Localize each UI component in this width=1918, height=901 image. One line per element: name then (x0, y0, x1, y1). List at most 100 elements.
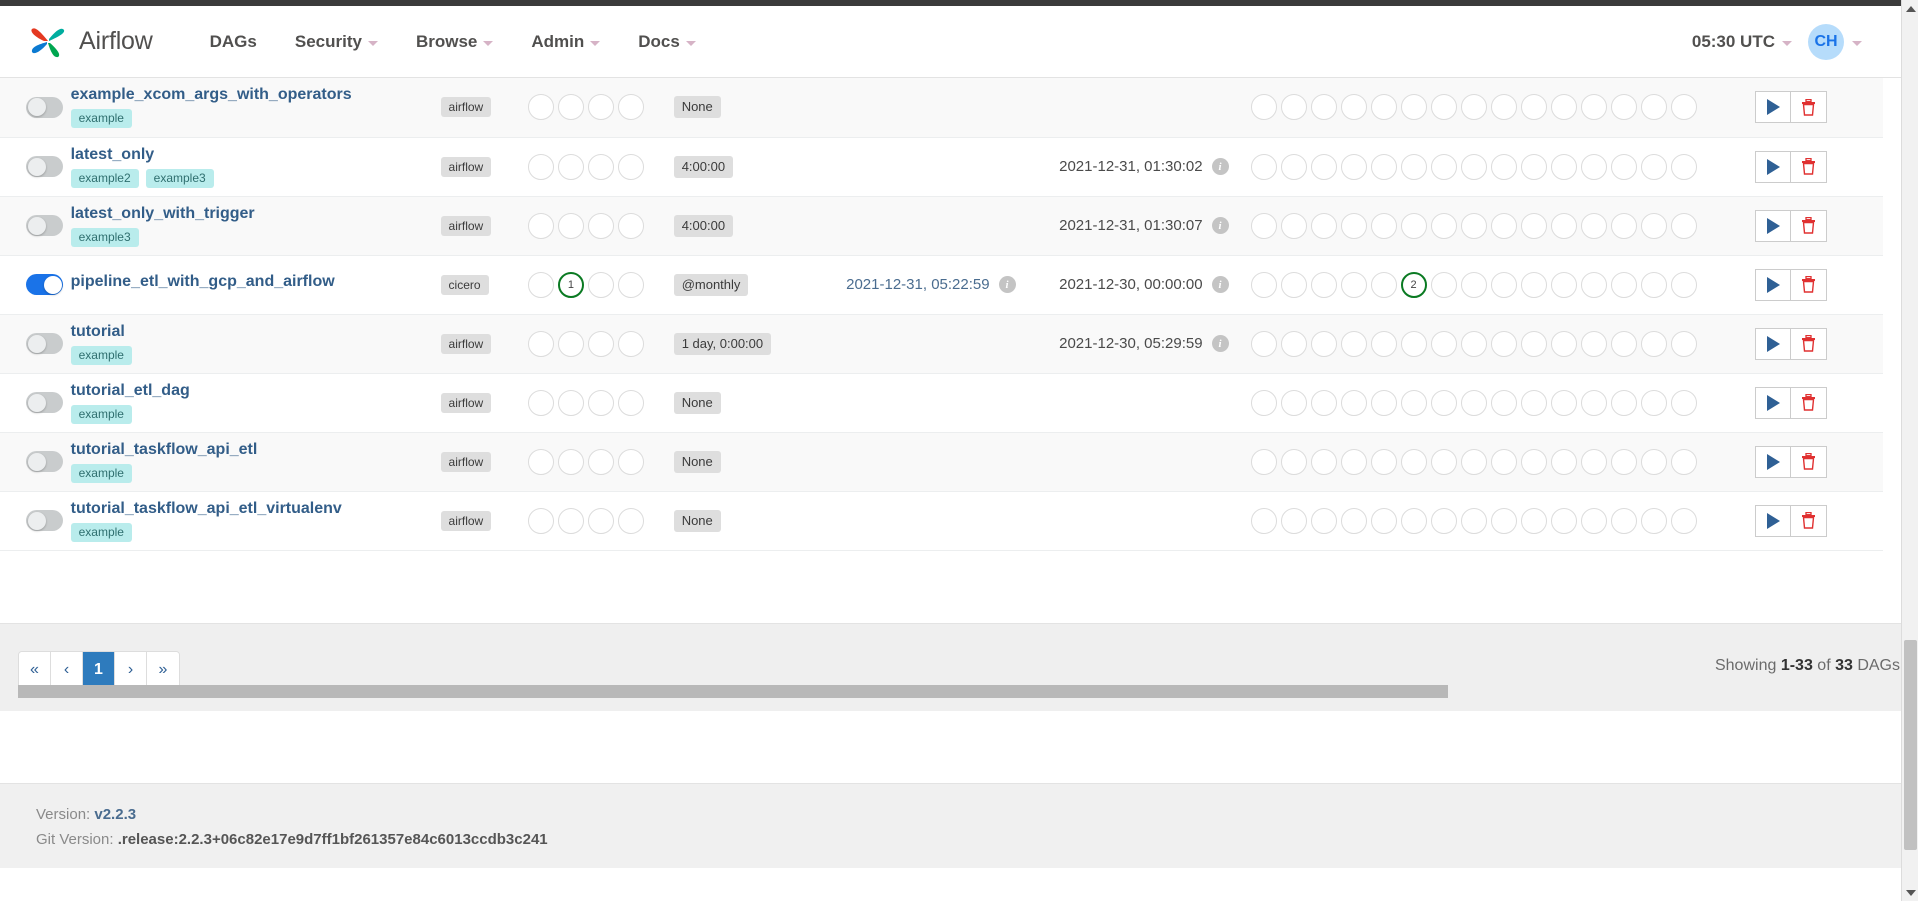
delete-dag-button[interactable] (1791, 209, 1828, 242)
dag-run-status-circle[interactable] (1640, 448, 1667, 475)
dag-run-status-circle[interactable] (1280, 153, 1307, 180)
dag-tag[interactable]: example (70, 404, 132, 424)
delete-dag-button[interactable] (1791, 150, 1828, 183)
dag-run-status-circle[interactable] (1430, 330, 1457, 357)
dag-run-status-circle[interactable] (1250, 448, 1277, 475)
dag-name-link[interactable]: latest_only_with_trigger (71, 205, 441, 222)
dag-run-status-circle[interactable] (1430, 389, 1457, 416)
dag-run-status-circle[interactable] (1370, 271, 1397, 298)
delete-dag-button[interactable] (1791, 91, 1828, 124)
horizontal-scrollbar-thumb[interactable] (18, 685, 1448, 698)
dag-run-status-circle[interactable] (1400, 212, 1427, 239)
nav-item-docs[interactable]: Docs (619, 22, 715, 62)
dag-run-status-circle[interactable] (1640, 389, 1667, 416)
recent-task-status-circle[interactable] (617, 153, 644, 180)
dag-name-link[interactable]: tutorial (71, 323, 441, 340)
dag-run-status-circle[interactable] (1460, 153, 1487, 180)
dag-run-status-circle[interactable] (1250, 212, 1277, 239)
dag-run-status-circle[interactable] (1400, 448, 1427, 475)
dag-run-status-circle[interactable] (1430, 94, 1457, 121)
dag-run-status-circle[interactable] (1640, 212, 1667, 239)
dag-tag[interactable]: example (70, 345, 132, 365)
dag-run-status-circle[interactable] (1430, 212, 1457, 239)
dag-run-status-circle[interactable] (1430, 271, 1457, 298)
dag-run-status-circle[interactable] (1490, 507, 1517, 534)
dag-run-status-circle[interactable] (1250, 94, 1277, 121)
dag-run-status-circle[interactable] (1550, 212, 1577, 239)
info-icon[interactable]: i (1211, 335, 1229, 352)
dag-run-status-circle[interactable] (1490, 94, 1517, 121)
recent-task-status-circle[interactable] (557, 212, 584, 239)
recent-task-status-circle[interactable] (557, 389, 584, 416)
dag-run-status-circle[interactable] (1370, 94, 1397, 121)
dag-run-status-circle[interactable] (1580, 389, 1607, 416)
nav-item-security[interactable]: Security (276, 22, 397, 62)
nav-item-browse[interactable]: Browse (397, 22, 512, 62)
dag-pause-toggle[interactable] (26, 156, 63, 177)
dag-run-status-circle[interactable] (1310, 153, 1337, 180)
dag-run-status-circle[interactable] (1310, 330, 1337, 357)
dag-run-status-circle[interactable] (1670, 153, 1697, 180)
dag-run-status-circle[interactable] (1550, 94, 1577, 121)
dag-run-status-circle[interactable] (1460, 330, 1487, 357)
dag-run-status-circle[interactable] (1460, 94, 1487, 121)
dag-run-status-circle[interactable] (1250, 271, 1277, 298)
dag-run-status-circle[interactable] (1250, 330, 1277, 357)
dags-table-scroll-area[interactable]: example_xcom_args_with_operators example a… (0, 78, 1918, 623)
pagination-next[interactable]: › (115, 652, 147, 688)
recent-task-status-circle[interactable] (527, 271, 554, 298)
page-scrollbar-thumb[interactable] (1904, 640, 1917, 850)
recent-task-status-circle[interactable] (557, 507, 584, 534)
recent-task-status-circle[interactable] (527, 507, 554, 534)
dag-run-status-circle[interactable] (1580, 330, 1607, 357)
recent-task-status-circle[interactable] (557, 330, 584, 357)
trigger-dag-button[interactable] (1755, 327, 1792, 360)
recent-task-status-circle[interactable] (527, 94, 554, 121)
dag-run-status-circle[interactable] (1580, 153, 1607, 180)
trigger-dag-button[interactable] (1755, 386, 1792, 419)
trigger-dag-button[interactable] (1755, 445, 1792, 478)
recent-task-status-circle[interactable] (527, 153, 554, 180)
dag-run-status-circle[interactable] (1400, 153, 1427, 180)
recent-task-status-circle[interactable] (617, 507, 644, 534)
dag-run-status-circle[interactable] (1340, 212, 1367, 239)
dag-run-status-circle[interactable] (1370, 389, 1397, 416)
dag-run-status-circle[interactable] (1670, 212, 1697, 239)
dag-run-status-circle[interactable] (1280, 389, 1307, 416)
dag-run-status-circle[interactable] (1460, 507, 1487, 534)
dag-run-status-circle[interactable] (1670, 448, 1697, 475)
dag-run-status-circle[interactable] (1460, 448, 1487, 475)
dag-run-status-circle[interactable] (1400, 389, 1427, 416)
dag-run-status-circle[interactable] (1520, 389, 1547, 416)
dag-run-status-circle[interactable] (1340, 271, 1367, 298)
dag-run-status-circle[interactable] (1370, 212, 1397, 239)
dag-run-status-circle[interactable] (1670, 507, 1697, 534)
page-scrollbar[interactable] (1901, 0, 1918, 901)
dag-tag[interactable]: example2 (70, 168, 139, 188)
dag-run-status-circle[interactable] (1340, 448, 1367, 475)
dag-run-status-circle[interactable] (1370, 153, 1397, 180)
info-icon[interactable]: i (998, 276, 1016, 293)
delete-dag-button[interactable] (1791, 327, 1828, 360)
dag-run-status-circle[interactable] (1250, 389, 1277, 416)
dag-run-status-circle[interactable] (1550, 389, 1577, 416)
dag-run-status-circle[interactable] (1550, 330, 1577, 357)
recent-task-status-circle[interactable] (617, 389, 644, 416)
pagination-prev[interactable]: ‹ (51, 652, 83, 688)
recent-task-status-circle[interactable] (587, 448, 614, 475)
dag-run-status-circle[interactable] (1580, 212, 1607, 239)
dag-run-status-circle[interactable]: 2 (1400, 271, 1427, 298)
dag-run-status-circle[interactable] (1640, 330, 1667, 357)
dag-run-status-circle[interactable] (1490, 271, 1517, 298)
dag-run-status-circle[interactable] (1640, 507, 1667, 534)
recent-task-status-circle[interactable] (587, 507, 614, 534)
dag-run-status-circle[interactable] (1490, 448, 1517, 475)
version-value[interactable]: v2.2.3 (94, 806, 136, 823)
dag-run-status-circle[interactable] (1280, 448, 1307, 475)
dag-run-status-circle[interactable] (1280, 507, 1307, 534)
trigger-dag-button[interactable] (1755, 91, 1792, 124)
dag-run-status-circle[interactable] (1340, 389, 1367, 416)
dag-run-status-circle[interactable] (1580, 94, 1607, 121)
dag-pause-toggle[interactable] (26, 451, 63, 472)
dag-run-status-circle[interactable] (1610, 330, 1637, 357)
